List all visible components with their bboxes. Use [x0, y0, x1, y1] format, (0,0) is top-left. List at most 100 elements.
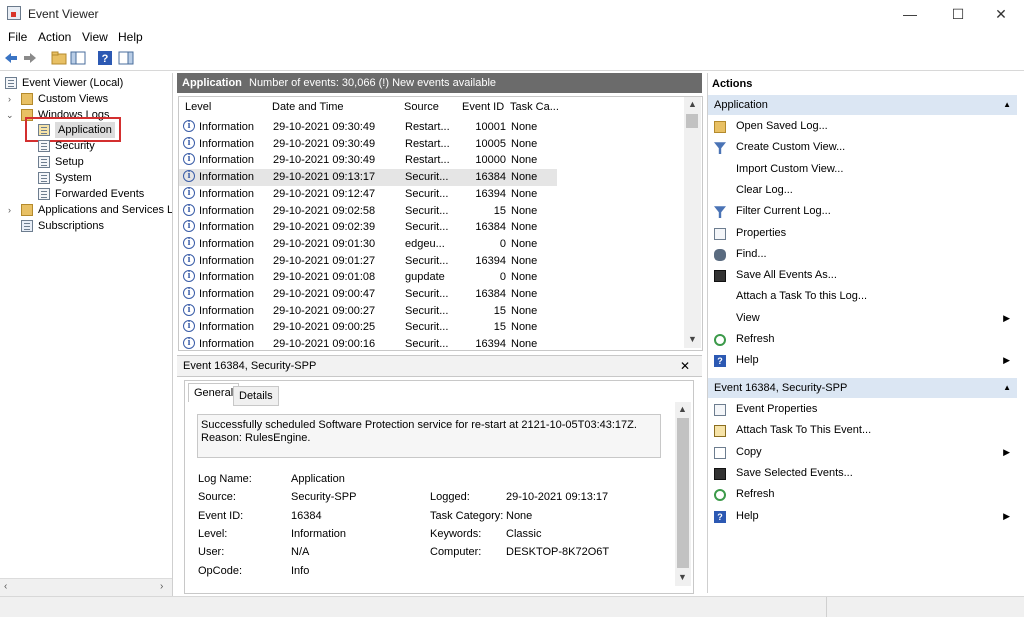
table-row[interactable]: i Information 29-10-2021 09:00:47 Securit..…	[179, 286, 557, 303]
field-label-log-name: Log Name:	[198, 473, 252, 485]
tree-item-system[interactable]: System	[0, 170, 172, 186]
open-folder-icon[interactable]	[51, 50, 67, 66]
cell-task-category: None	[511, 304, 538, 317]
close-detail-icon[interactable]: ✕	[680, 359, 690, 373]
information-icon: i	[183, 253, 195, 266]
table-row[interactable]: i Information 29-10-2021 09:30:49 Restart..…	[179, 136, 557, 153]
tree-item-forwarded-events[interactable]: Forwarded Events	[0, 186, 172, 202]
cell-source: Restart...	[405, 154, 450, 167]
action-event-properties[interactable]: Event Properties	[710, 399, 1016, 420]
actions-section-application[interactable]: Application ▲	[708, 95, 1017, 115]
cell-event-id: 10001	[475, 121, 506, 133]
back-arrow-icon[interactable]	[3, 50, 19, 66]
expand-chevron-icon[interactable]: ›	[8, 202, 11, 218]
cell-level: Information	[199, 288, 255, 300]
tree-item-security[interactable]: Security	[0, 138, 172, 154]
action-create-custom-view[interactable]: Create Custom View...	[710, 137, 1016, 158]
actions-section-event[interactable]: Event 16384, Security-SPP ▲	[708, 378, 1017, 398]
menu-file[interactable]: File	[8, 30, 27, 44]
close-window-button[interactable]: ✕	[978, 0, 1024, 28]
scroll-up-icon[interactable]: ▲	[678, 404, 687, 414]
table-row[interactable]: i Information 29-10-2021 09:00:27 Securit..…	[179, 303, 557, 320]
collapse-section-icon[interactable]: ▲	[1003, 378, 1011, 398]
scroll-thumb[interactable]	[686, 114, 698, 128]
column-level[interactable]: Level	[185, 101, 211, 113]
table-row[interactable]: i Information 29-10-2021 09:01:30 edgeu... 0…	[179, 236, 557, 253]
tab-general[interactable]: General	[188, 383, 240, 402]
tree-item-subscriptions[interactable]: Subscriptions	[0, 218, 172, 234]
detail-scrollbar[interactable]: ▲ ▼	[675, 402, 691, 586]
action-clear-log[interactable]: Clear Log...	[710, 180, 1016, 201]
table-row[interactable]: i Information 29-10-2021 09:01:27 Securit..…	[179, 253, 557, 270]
actions-title: Actions	[712, 78, 753, 90]
tree-item-apps-services[interactable]: › Applications and Services Lo	[0, 202, 172, 218]
scroll-up-icon[interactable]: ▲	[688, 99, 697, 109]
event-list-scrollbar[interactable]: ▲ ▼	[684, 97, 701, 348]
column-date-time[interactable]: Date and Time	[272, 101, 344, 113]
action-attach-a-task-to-this-log[interactable]: Attach a Task To this Log...	[710, 286, 1016, 307]
table-row[interactable]: i Information 29-10-2021 09:02:39 Securit..…	[179, 219, 557, 236]
tree-label: Custom Views	[38, 93, 109, 105]
action-filter-current-log[interactable]: Filter Current Log...	[710, 201, 1016, 222]
table-row[interactable]: i Information 29-10-2021 09:30:49 Restart..…	[179, 119, 557, 136]
scroll-down-icon[interactable]: ▼	[688, 334, 697, 344]
expand-chevron-icon[interactable]: ›	[8, 91, 11, 107]
properties-icon	[714, 404, 726, 416]
action-properties[interactable]: Properties	[710, 223, 1016, 244]
forward-arrow-icon[interactable]	[22, 50, 38, 66]
table-row[interactable]: i Information 29-10-2021 09:12:47 Securit..…	[179, 186, 557, 203]
action-find[interactable]: Find...	[710, 244, 1016, 265]
action-save-selected-events[interactable]: Save Selected Events...	[710, 463, 1016, 484]
action-help[interactable]: ? Help ▶	[710, 350, 1016, 371]
scroll-thumb[interactable]	[677, 418, 689, 568]
tree-item-setup[interactable]: Setup	[0, 154, 172, 170]
menu-view[interactable]: View	[82, 30, 108, 44]
column-source[interactable]: Source	[404, 101, 439, 113]
scroll-down-icon[interactable]: ▼	[678, 572, 687, 582]
copy-icon	[714, 446, 726, 459]
action-attach-task-to-this-event[interactable]: Attach Task To This Event...	[710, 420, 1016, 441]
save-disk-icon	[714, 270, 726, 283]
collapse-chevron-icon[interactable]: ⌄	[6, 107, 14, 123]
show-hide-action-pane-icon[interactable]	[118, 50, 134, 66]
action-help[interactable]: ? Help ▶	[710, 506, 1016, 527]
column-event-id[interactable]: Event ID	[462, 101, 504, 113]
action-refresh[interactable]: Refresh	[710, 484, 1016, 505]
action-label: Save All Events As...	[736, 269, 837, 282]
tab-details[interactable]: Details	[233, 386, 279, 406]
cell-event-id: 15	[493, 204, 506, 217]
information-icon: i	[183, 270, 195, 283]
cell-source: edgeu...	[405, 237, 445, 250]
menu-help[interactable]: Help	[118, 30, 143, 44]
information-icon: i	[183, 153, 195, 166]
action-view[interactable]: View ▶	[710, 308, 1016, 329]
action-refresh[interactable]: Refresh	[710, 329, 1016, 350]
help-icon[interactable]: ?	[97, 50, 113, 66]
action-save-all-events-as[interactable]: Save All Events As...	[710, 265, 1016, 286]
information-icon: i	[183, 220, 195, 233]
action-import-custom-view[interactable]: Import Custom View...	[710, 159, 1016, 180]
table-row[interactable]: i Information 29-10-2021 09:01:08 gupdate 0 N…	[179, 269, 557, 286]
tree-horizontal-scrollbar[interactable]: ‹ ›	[0, 578, 172, 596]
table-row[interactable]: i Information 29-10-2021 09:00:25 Securit..…	[179, 319, 557, 336]
show-hide-tree-icon[interactable]	[70, 50, 86, 66]
collapse-section-icon[interactable]: ▲	[1003, 95, 1011, 115]
table-row[interactable]: i Information 29-10-2021 09:13:17 Securit..…	[179, 169, 557, 186]
scroll-left-icon[interactable]: ‹	[4, 581, 7, 592]
action-open-saved-log[interactable]: Open Saved Log...	[710, 116, 1016, 137]
scroll-right-icon[interactable]: ›	[160, 581, 163, 592]
minimize-button[interactable]: —	[887, 0, 933, 28]
column-task-category[interactable]: Task Ca...	[510, 101, 559, 113]
tree-item-custom-views[interactable]: › Custom Views	[0, 91, 172, 107]
log-name: Application	[182, 77, 242, 89]
maximize-button[interactable]: ☐	[935, 0, 981, 28]
folder-icon	[21, 204, 33, 216]
table-row[interactable]: i Information 29-10-2021 09:02:58 Securit..…	[179, 203, 557, 220]
menu-action[interactable]: Action	[38, 30, 71, 44]
action-label: Properties	[736, 226, 787, 239]
table-row[interactable]: i Information 29-10-2021 09:00:16 Securit..…	[179, 336, 557, 353]
action-copy[interactable]: Copy ▶	[710, 442, 1016, 463]
table-row[interactable]: i Information 29-10-2021 09:30:49 Restart..…	[179, 152, 557, 169]
cell-level: Information	[199, 137, 255, 150]
tree-item-event-viewer-local[interactable]: Event Viewer (Local)	[0, 75, 172, 91]
